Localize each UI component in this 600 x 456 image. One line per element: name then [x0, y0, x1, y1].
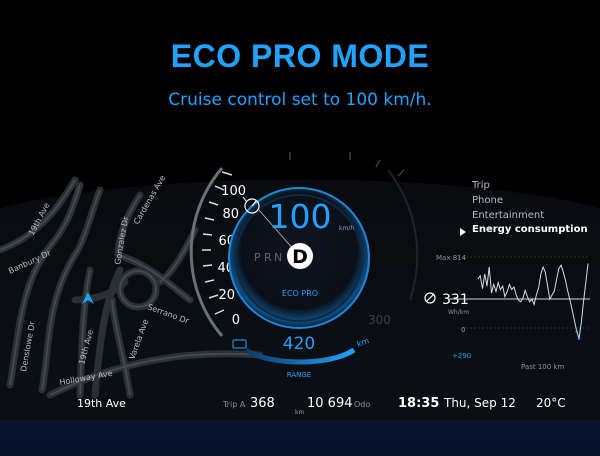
battery-icon [232, 339, 247, 349]
speed-unit: km/h [339, 225, 354, 232]
status-bar: 19th Ave Trip A 368 km 10 694 Odo 18:35 … [77, 396, 566, 416]
drive-mode: ECO PRO [282, 289, 318, 298]
menu-item-energy-consumption[interactable]: Energy consumption [472, 224, 588, 235]
temperature: 20°C [536, 396, 566, 410]
consumption-unit: Wh/km [448, 309, 469, 316]
speed-max-label: 300 [368, 313, 391, 327]
speedometer: 100 km/h P R N D ECO PRO 420 km RANGE [228, 187, 371, 379]
axis-max-label: Max 814 [436, 254, 467, 262]
menu-item-entertainment[interactable]: Entertainment [472, 210, 544, 221]
trip-unit: km [295, 409, 304, 416]
gear-n: N [274, 251, 282, 264]
trip-label: Trip A [222, 400, 246, 409]
street-label: Varela Ave [127, 318, 150, 361]
chart-xlabel: Past 100 km [521, 363, 564, 371]
odometer-value: 10 694 [307, 396, 353, 411]
trip-value: 368 [250, 396, 275, 411]
axis-min-label: +290 [452, 352, 471, 360]
consumption-icon [424, 292, 436, 304]
current-street: 19th Ave [77, 397, 126, 410]
speed-tick-label: 0 [232, 313, 240, 328]
speed-tick-label: 80 [222, 207, 239, 222]
energy-series-line [477, 263, 589, 339]
speed-tick-label: 100 [221, 184, 246, 199]
energy-chart: Max 814 0 +290 Past 100 km 331 Wh/km [424, 254, 590, 371]
speed-tick-label: 20 [218, 288, 235, 303]
odometer-label: Odo [354, 400, 370, 409]
gear-p: P [254, 251, 261, 264]
street-label: Banbury Dr [7, 248, 53, 276]
axis-zero-label: 0 [461, 326, 465, 334]
menu-item-trip[interactable]: Trip [472, 180, 490, 191]
active-gear: D [292, 246, 308, 268]
navigation-map[interactable]: 19th Ave Banbury Dr Gonzalez Dr Cardenas… [0, 174, 264, 399]
clock: 18:35 [398, 396, 439, 411]
range-unit: km [356, 336, 371, 349]
regen-point [575, 330, 579, 333]
gear-r: R [264, 251, 272, 264]
street-label: Holloway Ave [59, 369, 113, 387]
range-label: RANGE [287, 371, 311, 379]
consumption-value: 331 [442, 292, 469, 308]
street-label: Serrano Dr [146, 302, 190, 326]
range-value: 420 [283, 334, 315, 354]
menu-selection-arrow-icon [460, 228, 466, 236]
menu-item-phone[interactable]: Phone [472, 195, 503, 206]
current-speed: 100 [269, 197, 332, 236]
regen-point [577, 337, 581, 340]
date: Thu, Sep 12 [443, 396, 516, 410]
